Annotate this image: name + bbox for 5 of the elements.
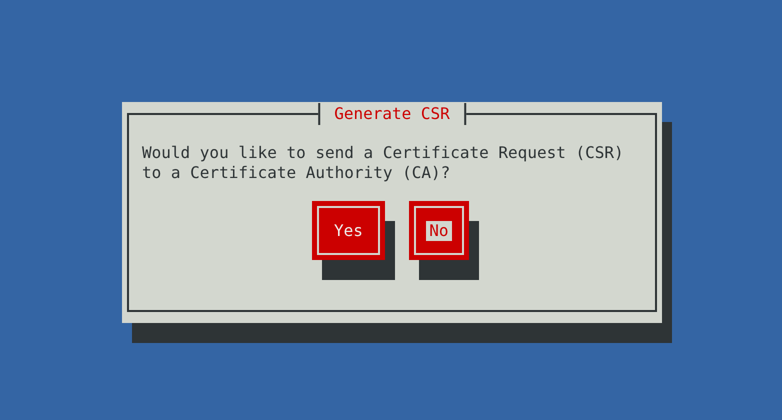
dialog-button[interactable]: No bbox=[408, 201, 469, 260]
dialog-message: to a Certificate Authority (CA)? bbox=[142, 163, 452, 183]
dialog-title: Generate CSR bbox=[318, 103, 466, 125]
dialog-button[interactable]: Yes bbox=[312, 201, 385, 260]
dialog-message: Would you like to send a Certificate Request (CSR) bbox=[142, 143, 625, 163]
